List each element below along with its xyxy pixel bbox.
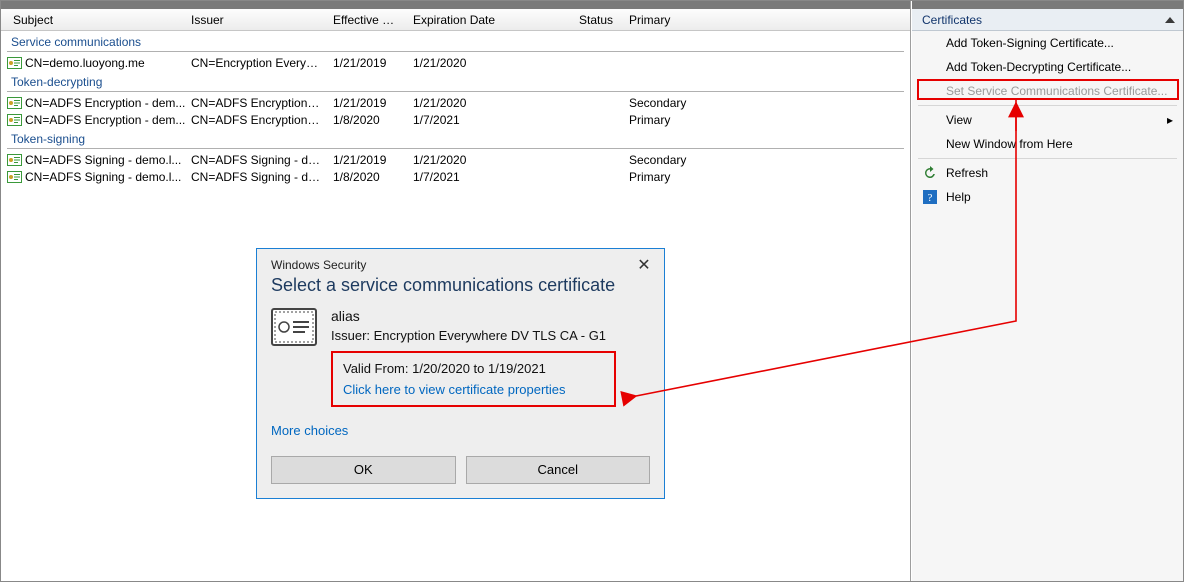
- cell-expiration: 1/21/2020: [407, 153, 573, 167]
- cell-primary: Secondary: [623, 96, 713, 110]
- table-body: Service communications CN=demo.luoyong.m…: [1, 31, 910, 191]
- annotation-highlight-box: Valid From: 1/20/2020 to 1/19/2021 Click…: [331, 351, 616, 407]
- table-row[interactable]: CN=ADFS Encryption - dem... CN=ADFS Encr…: [7, 94, 904, 111]
- cell-effective: 1/8/2020: [327, 113, 407, 127]
- ok-button[interactable]: OK: [271, 456, 456, 484]
- subject-text: CN=ADFS Encryption - dem...: [25, 113, 185, 127]
- actions-pane: Certificates Add Token-Signing Certifica…: [912, 1, 1183, 582]
- group-separator: [7, 91, 904, 92]
- certificate-icon: [7, 154, 22, 166]
- cell-effective: 1/8/2020: [327, 170, 407, 184]
- action-add-token-decrypting[interactable]: Add Token-Decrypting Certificate...: [912, 55, 1183, 79]
- group-separator: [7, 51, 904, 52]
- certificate-icon: [271, 308, 317, 346]
- subject-text: CN=ADFS Signing - demo.l...: [25, 153, 181, 167]
- group-label: Token-signing: [7, 128, 904, 147]
- cell-subject: CN=ADFS Encryption - dem...: [7, 96, 185, 110]
- table-row[interactable]: CN=ADFS Signing - demo.l... CN=ADFS Sign…: [7, 151, 904, 168]
- view-cert-props-link[interactable]: Click here to view certificate propertie…: [343, 382, 604, 397]
- cell-primary: Secondary: [623, 153, 713, 167]
- table-header: Subject Issuer Effective Date Expiration…: [1, 9, 910, 31]
- cell-subject: CN=ADFS Encryption - dem...: [7, 113, 185, 127]
- col-expiration-header[interactable]: Expiration Date: [407, 13, 573, 27]
- dialog-caption: Windows Security: [271, 258, 366, 272]
- cell-subject: CN=ADFS Signing - demo.l...: [7, 153, 185, 167]
- dialog-title: Select a service communications certific…: [257, 275, 664, 304]
- action-label: Add Token-Decrypting Certificate...: [946, 60, 1131, 74]
- group-separator: [7, 148, 904, 149]
- cell-primary: Primary: [623, 113, 713, 127]
- action-new-window[interactable]: New Window from Here: [912, 132, 1183, 156]
- col-status-header[interactable]: Status: [573, 13, 623, 27]
- action-separator: [918, 105, 1177, 106]
- group-label: Service communications: [7, 31, 904, 50]
- cell-effective: 1/21/2019: [327, 153, 407, 167]
- certificate-icon: [7, 114, 22, 126]
- col-primary-header[interactable]: Primary: [623, 13, 713, 27]
- action-separator: [918, 158, 1177, 159]
- close-icon: ✕: [637, 255, 650, 275]
- actions-top-strip: [912, 1, 1183, 9]
- refresh-icon: [922, 165, 938, 181]
- col-issuer-header[interactable]: Issuer: [185, 13, 327, 27]
- col-effective-header[interactable]: Effective Date: [327, 13, 407, 27]
- cert-issuer: Issuer: Encryption Everywhere DV TLS CA …: [331, 327, 650, 345]
- subject-text: CN=ADFS Encryption - dem...: [25, 96, 185, 110]
- cert-alias: alias: [331, 308, 650, 324]
- action-help[interactable]: ? Help: [912, 185, 1183, 209]
- cancel-button[interactable]: Cancel: [466, 456, 651, 484]
- cell-effective: 1/21/2019: [327, 56, 407, 70]
- action-label: New Window from Here: [946, 137, 1073, 151]
- select-cert-dialog: Windows Security ✕ Select a service comm…: [256, 248, 665, 499]
- cell-issuer: CN=ADFS Encryption - de...: [185, 96, 327, 110]
- cell-expiration: 1/7/2021: [407, 113, 573, 127]
- action-set-service-cert: Set Service Communications Certificate..…: [912, 79, 1183, 103]
- group-label: Token-decrypting: [7, 71, 904, 90]
- cell-effective: 1/21/2019: [327, 96, 407, 110]
- action-label: View: [946, 113, 972, 127]
- cell-expiration: 1/21/2020: [407, 56, 573, 70]
- actions-header[interactable]: Certificates: [912, 9, 1183, 31]
- action-label: Help: [946, 190, 971, 204]
- action-label: Refresh: [946, 166, 988, 180]
- table-row[interactable]: CN=demo.luoyong.me CN=Encryption Everywh…: [7, 54, 904, 71]
- action-view[interactable]: View ▸: [912, 108, 1183, 132]
- action-label: Add Token-Signing Certificate...: [946, 36, 1114, 50]
- certificate-icon: [7, 57, 22, 69]
- action-refresh[interactable]: Refresh: [912, 161, 1183, 185]
- cell-primary: Primary: [623, 170, 713, 184]
- cell-issuer: CN=ADFS Signing - demo....: [185, 153, 327, 167]
- subject-text: CN=ADFS Signing - demo.l...: [25, 170, 181, 184]
- cell-expiration: 1/7/2021: [407, 170, 573, 184]
- main-top-strip: [1, 1, 910, 9]
- cell-issuer: CN=ADFS Encryption - de...: [185, 113, 327, 127]
- more-choices-link[interactable]: More choices: [257, 413, 664, 450]
- action-label: Set Service Communications Certificate..…: [946, 84, 1167, 98]
- cell-issuer: CN=Encryption Everywher...: [185, 56, 327, 70]
- help-icon: ?: [922, 189, 938, 205]
- cell-issuer: CN=ADFS Signing - demo....: [185, 170, 327, 184]
- cell-subject: CN=demo.luoyong.me: [7, 56, 185, 70]
- table-row[interactable]: CN=ADFS Signing - demo.l... CN=ADFS Sign…: [7, 168, 904, 185]
- cell-subject: CN=ADFS Signing - demo.l...: [7, 170, 185, 184]
- submenu-arrow-icon: ▸: [1167, 113, 1173, 127]
- certificate-icon: [7, 97, 22, 109]
- cell-expiration: 1/21/2020: [407, 96, 573, 110]
- svg-text:?: ?: [928, 192, 933, 204]
- dialog-close-button[interactable]: ✕: [636, 257, 652, 273]
- actions-title: Certificates: [922, 13, 982, 27]
- col-subject-header[interactable]: Subject: [7, 13, 185, 27]
- certificate-icon: [7, 171, 22, 183]
- cert-validity: Valid From: 1/20/2020 to 1/19/2021: [343, 361, 604, 376]
- subject-text: CN=demo.luoyong.me: [25, 56, 145, 70]
- collapse-icon: [1165, 17, 1175, 23]
- action-add-token-signing[interactable]: Add Token-Signing Certificate...: [912, 31, 1183, 55]
- table-row[interactable]: CN=ADFS Encryption - dem... CN=ADFS Encr…: [7, 111, 904, 128]
